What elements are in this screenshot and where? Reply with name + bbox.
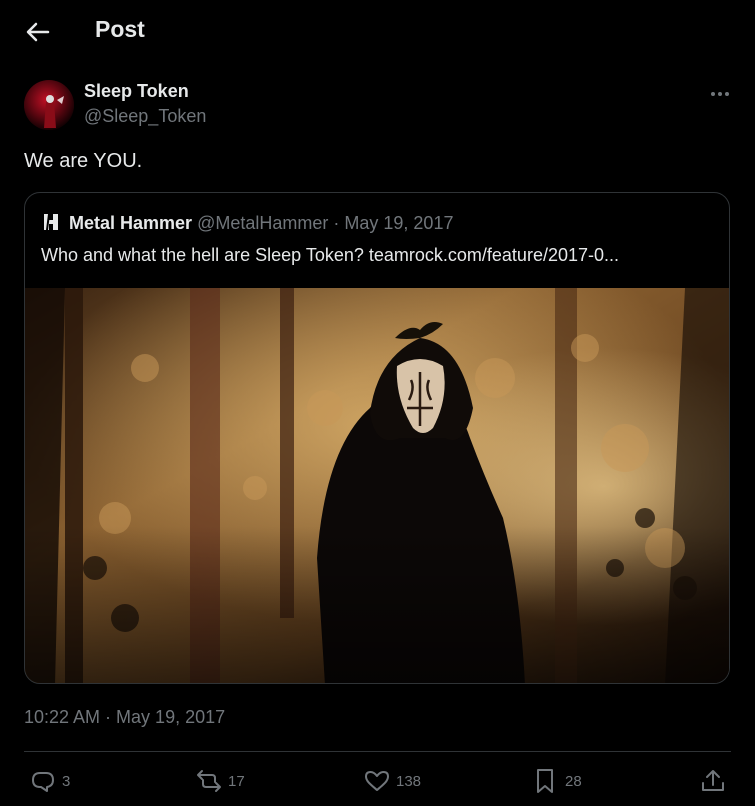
author-handle[interactable]: @Sleep_Token [84,106,206,127]
heart-icon [365,771,389,791]
post-author: Sleep Token @Sleep_Token [24,78,734,130]
quoted-post[interactable]: Metal Hammer @MetalHammer · May 19, 2017… [24,192,730,684]
like-count: 138 [396,772,422,790]
post-text: We are YOU. [24,150,143,172]
share-button[interactable] [700,764,726,798]
author-name[interactable]: Sleep Token [84,81,189,102]
quoted-post-date[interactable]: May 19, 2017 [344,213,453,233]
metal-hammer-logo-icon [41,211,61,233]
quoted-post-image[interactable] [25,288,729,683]
bookmark-button[interactable]: 28 [533,764,582,798]
more-options-icon[interactable] [708,84,732,104]
bookmark-icon [537,769,553,793]
divider [24,751,731,752]
quoted-author-handle[interactable]: @MetalHammer [197,213,328,233]
repost-icon [197,770,221,792]
reply-count: 3 [62,772,71,790]
quoted-post-header: Metal Hammer @MetalHammer · May 19, 2017 [41,211,453,235]
post-timestamp[interactable]: 10:22 AM · May 19, 2017 [24,707,225,728]
quoted-author-name[interactable]: Metal Hammer [69,213,192,233]
page-title: Post [95,16,145,42]
quoted-post-text: Who and what the hell are Sleep Token? t… [41,245,620,265]
like-button[interactable]: 138 [364,764,421,798]
dot-separator: · [333,213,340,233]
bookmark-count: 28 [565,772,582,790]
reply-button[interactable]: 3 [30,764,70,798]
header-bar: Post [0,0,755,64]
back-arrow-icon[interactable] [22,18,52,46]
action-bar: 3 17 138 28 [0,764,755,798]
repost-button[interactable]: 17 [196,764,245,798]
reply-icon [32,772,54,792]
share-icon [702,770,724,791]
repost-count: 17 [228,772,245,790]
avatar[interactable] [24,80,74,130]
